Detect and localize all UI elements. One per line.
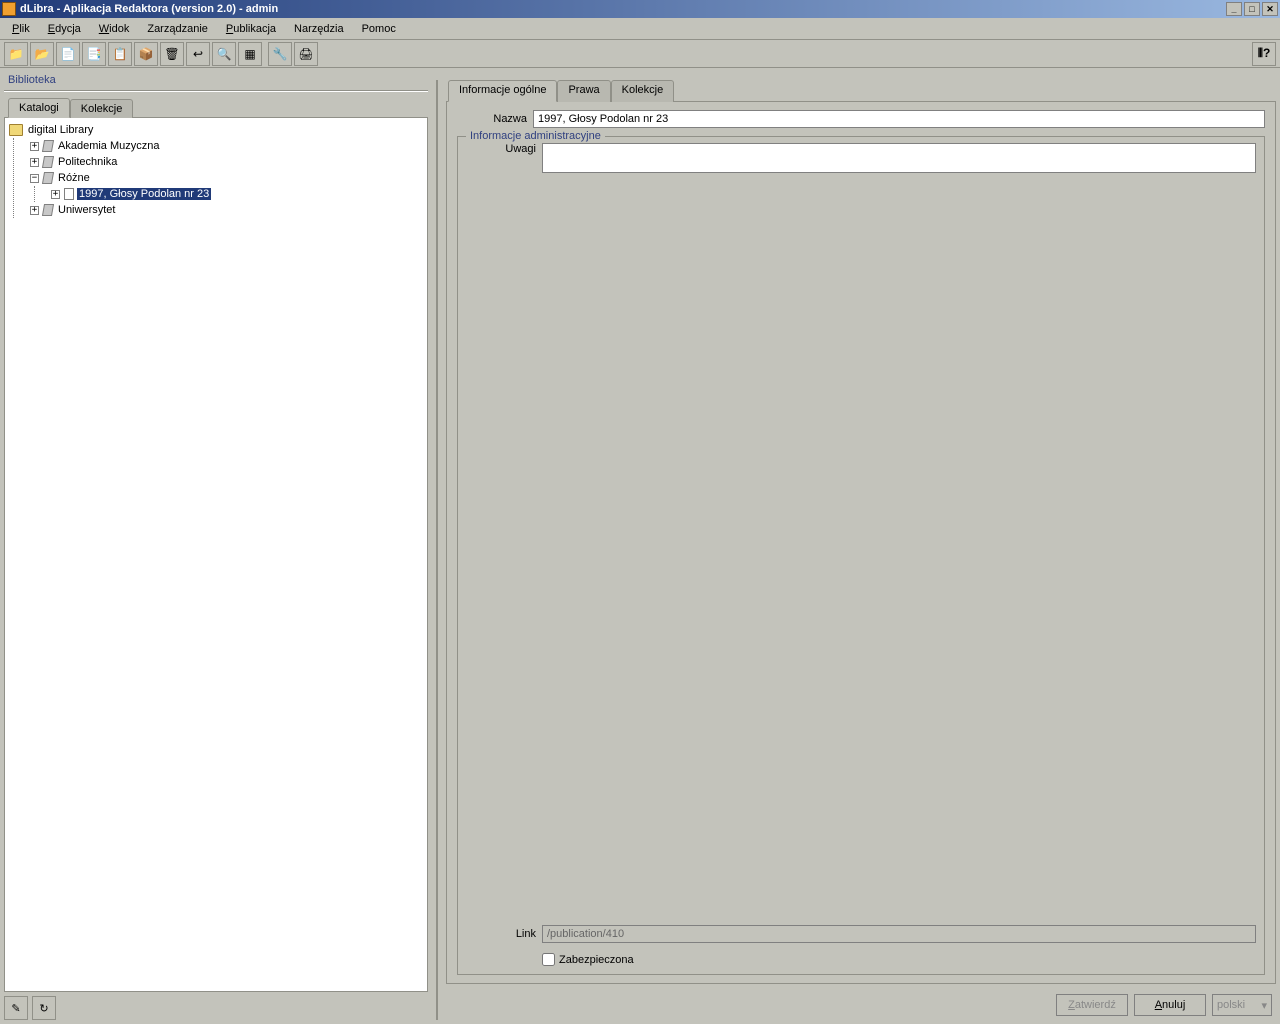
right-tab-strip: Informacje ogólne Prawa Kolekcje [446, 80, 1276, 102]
tree-item-selected[interactable]: 1997, Głosy Podolan nr 23 [77, 188, 211, 200]
document-icon [64, 188, 74, 200]
app-icon [2, 2, 16, 16]
right-content: Nazwa Informacje administracyjne Uwagi L… [446, 101, 1276, 984]
toolbar: 📁 📂 📄 📑 📋 📦 🗑 ↩ 🔍 ▦ 🔧 🖨 ⦀? [0, 40, 1280, 68]
close-button[interactable]: ✕ [1262, 2, 1278, 16]
right-panel: Informacje ogólne Prawa Kolekcje Nazwa I… [436, 80, 1276, 1020]
titlebar: dLibra - Aplikacja Redaktora (version 2.… [0, 0, 1280, 18]
menu-zarzadzanie[interactable]: Zarządzanie [139, 21, 216, 37]
secured-label: Zabezpieczona [559, 954, 634, 966]
toolbar-delete[interactable]: 🗑 [160, 42, 184, 66]
toolbar-btn-4[interactable]: 📑 [82, 42, 106, 66]
toolbar-print[interactable]: 🖨 [294, 42, 318, 66]
book-icon [42, 172, 54, 184]
toolbar-btn-8[interactable]: ↩ [186, 42, 210, 66]
window-title: dLibra - Aplikacja Redaktora (version 2.… [20, 3, 278, 15]
tab-kolekcje-right[interactable]: Kolekcje [611, 80, 675, 102]
tree-view[interactable]: digital Library + Akademia Muzyczna + Po… [4, 117, 428, 992]
toolbar-help[interactable]: ⦀? [1252, 42, 1276, 66]
book-icon [42, 156, 54, 168]
left-panel: Biblioteka Katalogi Kolekcje digital Lib… [4, 72, 428, 1020]
menu-narzedzia[interactable]: Narzędzia [286, 21, 352, 37]
menu-plik[interactable]: Plik [4, 21, 38, 37]
footer-buttons: Zatwierdź Anuluj polski ▾ [446, 984, 1276, 1020]
menu-widok[interactable]: Widok [91, 21, 138, 37]
tree-item[interactable]: Uniwersytet [56, 204, 117, 216]
pencil-button[interactable]: ✎ [4, 996, 28, 1020]
menubar: Plik Edycja Widok Zarządzanie Publikacja… [0, 18, 1280, 40]
tab-prawa[interactable]: Prawa [557, 80, 610, 102]
left-bottom-buttons: ✎ ↻ [4, 992, 428, 1020]
toolbar-btn-2[interactable]: 📂 [30, 42, 54, 66]
toolbar-btn-11[interactable]: 🔧 [268, 42, 292, 66]
admin-legend: Informacje administracyjne [466, 130, 605, 142]
toolbar-btn-5[interactable]: 📋 [108, 42, 132, 66]
menu-pomoc[interactable]: Pomoc [354, 21, 404, 37]
collapse-icon[interactable]: − [30, 174, 39, 183]
toolbar-search[interactable]: 🔍 [212, 42, 236, 66]
name-label: Nazwa [457, 113, 527, 125]
expand-icon[interactable]: + [30, 158, 39, 167]
secured-checkbox[interactable] [542, 953, 555, 966]
panel-title: Biblioteka [4, 72, 428, 88]
folder-icon [9, 124, 23, 136]
tree-item[interactable]: Różne [56, 172, 92, 184]
tab-katalogi[interactable]: Katalogi [8, 98, 70, 118]
tab-informacje-ogolne[interactable]: Informacje ogólne [448, 80, 557, 102]
notes-label: Uwagi [466, 143, 536, 155]
minimize-button[interactable]: _ [1226, 2, 1242, 16]
menu-edycja[interactable]: Edycja [40, 21, 89, 37]
maximize-button[interactable]: □ [1244, 2, 1260, 16]
toolbar-btn-1[interactable]: 📁 [4, 42, 28, 66]
book-icon [42, 204, 54, 216]
tab-kolekcje[interactable]: Kolekcje [70, 99, 134, 118]
menu-publikacja[interactable]: Publikacja [218, 21, 284, 37]
expand-icon[interactable]: + [30, 206, 39, 215]
main-area: Biblioteka Katalogi Kolekcje digital Lib… [0, 68, 1280, 1024]
left-tab-strip: Katalogi Kolekcje [4, 96, 428, 118]
tree-item[interactable]: Politechnika [56, 156, 119, 168]
cancel-button[interactable]: Anuluj [1134, 994, 1206, 1016]
name-input[interactable] [533, 110, 1265, 128]
toolbar-btn-10[interactable]: ▦ [238, 42, 262, 66]
link-label: Link [466, 928, 536, 940]
notes-textarea[interactable] [542, 143, 1256, 173]
refresh-button[interactable]: ↻ [32, 996, 56, 1020]
tree-item[interactable]: Akademia Muzyczna [56, 140, 162, 152]
confirm-button: Zatwierdź [1056, 994, 1128, 1016]
tree-root[interactable]: digital Library [26, 124, 95, 136]
link-input [542, 925, 1256, 943]
expand-icon[interactable]: + [51, 190, 60, 199]
admin-fieldset: Informacje administracyjne Uwagi Link Za… [457, 136, 1265, 975]
toolbar-btn-3[interactable]: 📄 [56, 42, 80, 66]
language-select[interactable]: polski ▾ [1212, 994, 1272, 1016]
book-icon [42, 140, 54, 152]
toolbar-btn-6[interactable]: 📦 [134, 42, 158, 66]
language-value: polski [1217, 999, 1245, 1011]
chevron-down-icon: ▾ [1261, 999, 1267, 1012]
expand-icon[interactable]: + [30, 142, 39, 151]
